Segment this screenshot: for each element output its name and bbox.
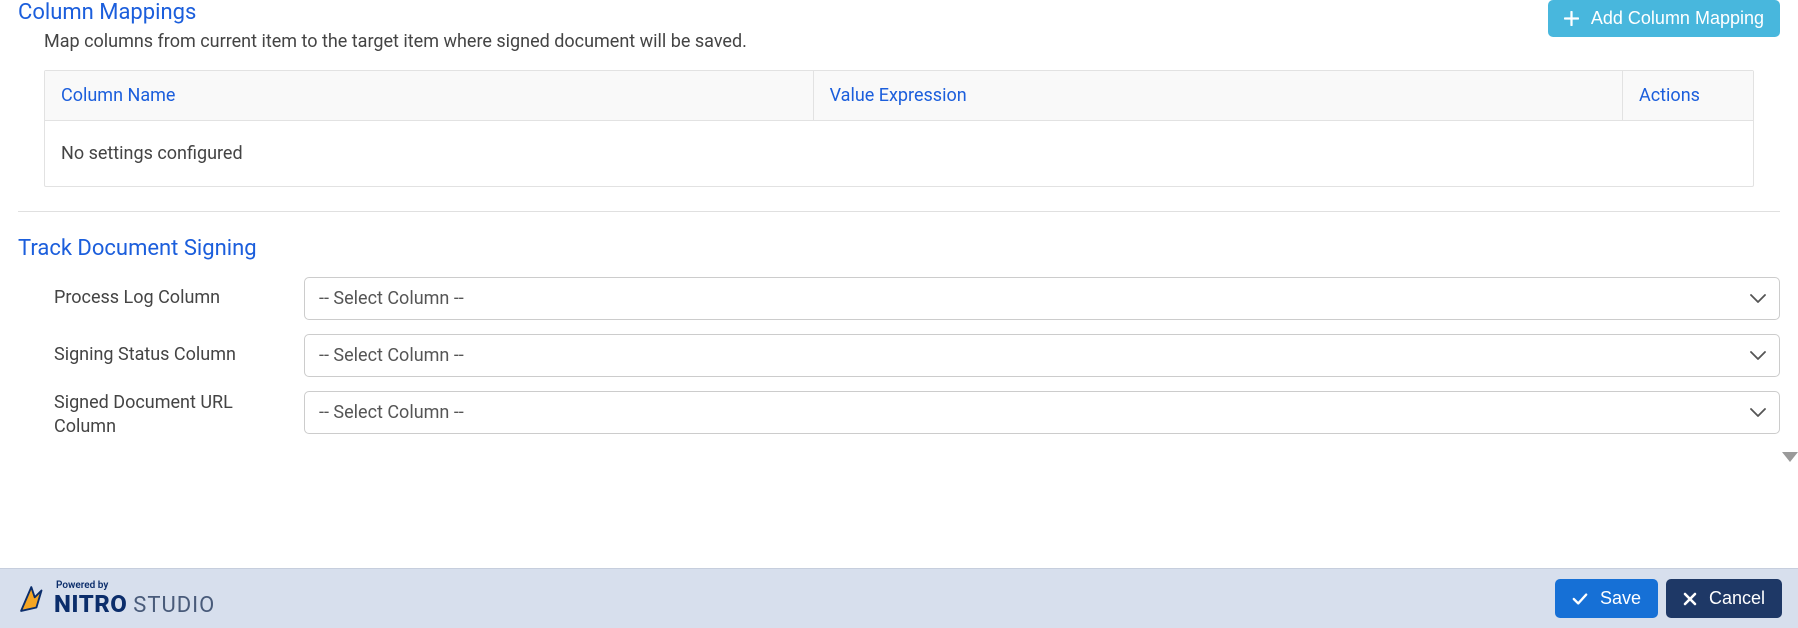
column-mappings-section: Column Mappings Map columns from current… [18,0,1780,187]
table-row: No settings configured [45,121,1753,186]
signing-status-column-select[interactable]: -- Select Column -- [304,334,1780,377]
column-mappings-title: Column Mappings [18,0,747,25]
table-header-row: Column Name Value Expression Actions [45,71,1753,121]
signing-status-column-value: -- Select Column -- [319,345,464,366]
check-icon [1572,592,1594,606]
signed-url-column-label: Signed Document URL Column [54,391,304,440]
process-log-column-select[interactable]: -- Select Column -- [304,277,1780,320]
column-header-name: Column Name [45,71,814,120]
column-header-expression: Value Expression [814,71,1623,120]
footer-bar: Powered by NITRO STUDIO Save Cancel [0,568,1798,628]
add-column-mapping-button[interactable]: Add Column Mapping [1548,0,1780,37]
save-button-label: Save [1600,588,1641,609]
logo-brand-bold: NITRO [54,592,127,616]
track-signing-title: Track Document Signing [18,236,1780,261]
chevron-down-icon [1750,408,1766,418]
nitro-studio-logo: Powered by NITRO STUDIO [16,581,215,617]
chevron-down-icon [1750,294,1766,304]
process-log-column-label: Process Log Column [54,286,304,310]
powered-by-label: Powered by [56,581,215,591]
empty-state-message: No settings configured [45,121,259,186]
logo-brand-light: STUDIO [133,595,215,617]
cancel-button-label: Cancel [1709,588,1765,609]
column-header-actions: Actions [1623,71,1753,120]
close-icon [1683,592,1703,606]
signed-url-column-value: -- Select Column -- [319,402,464,423]
process-log-column-value: -- Select Column -- [319,288,464,309]
chevron-down-icon [1750,351,1766,361]
save-button[interactable]: Save [1555,579,1658,618]
track-document-signing-section: Track Document Signing Process Log Colum… [18,211,1780,440]
cancel-button[interactable]: Cancel [1666,579,1782,618]
main-scroll-area[interactable]: Column Mappings Map columns from current… [0,0,1798,568]
signing-status-column-label: Signing Status Column [54,343,304,367]
column-mappings-table: Column Name Value Expression Actions No … [44,70,1754,187]
signed-url-column-select[interactable]: -- Select Column -- [304,391,1780,434]
add-column-mapping-label: Add Column Mapping [1591,8,1764,29]
scroll-down-indicator-icon [1782,452,1798,462]
nitro-logo-icon [16,582,50,616]
plus-icon [1564,11,1585,26]
column-mappings-description: Map columns from current item to the tar… [44,31,747,52]
